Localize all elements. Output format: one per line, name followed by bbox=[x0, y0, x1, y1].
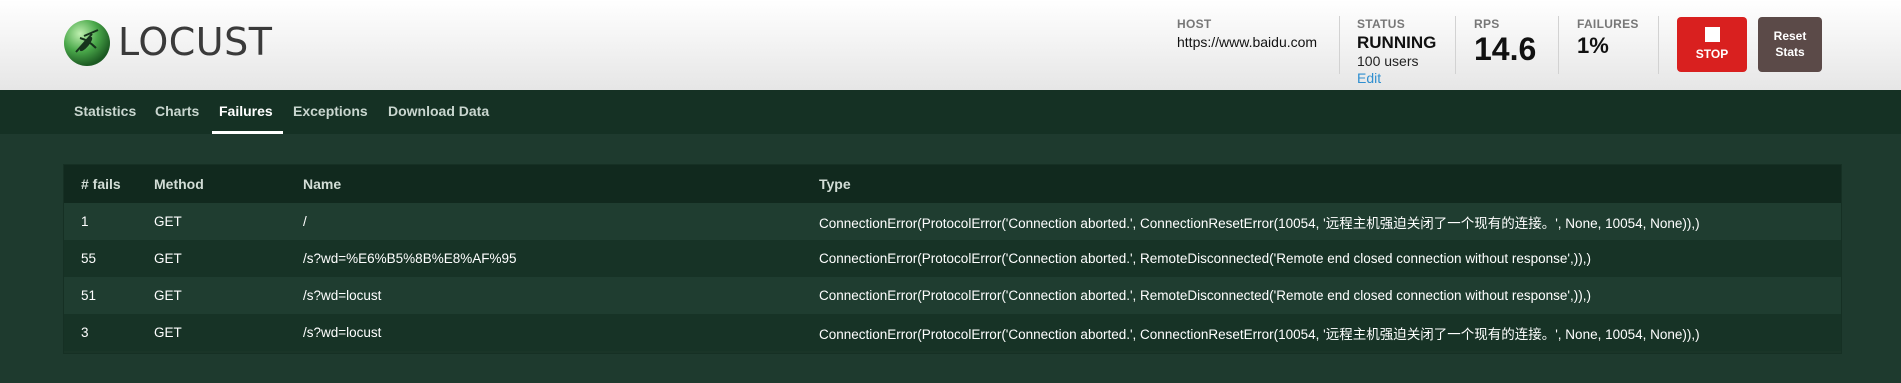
tab-bar: Statistics Charts Failures Exceptions Do… bbox=[0, 90, 1901, 134]
cell-type: ConnectionError(ProtocolError('Connectio… bbox=[819, 326, 1700, 342]
failures-value: 1% bbox=[1577, 33, 1609, 58]
table-row: 1 GET / ConnectionError(ProtocolError('C… bbox=[64, 203, 1841, 240]
tab-exceptions[interactable]: Exceptions bbox=[293, 90, 368, 134]
table-row: 55 GET /s?wd=%E6%B5%8B%E8%AF%95 Connecti… bbox=[64, 240, 1841, 277]
reset-stats-button[interactable]: Reset Stats bbox=[1758, 17, 1822, 72]
cell-type: ConnectionError(ProtocolError('Connectio… bbox=[819, 288, 1591, 303]
cell-method: GET bbox=[154, 251, 182, 266]
status-label: STATUS bbox=[1357, 17, 1406, 31]
column-header-name[interactable]: Name bbox=[303, 165, 819, 203]
tab-failures[interactable]: Failures bbox=[212, 90, 283, 134]
divider bbox=[1339, 16, 1340, 74]
status-stat: STATUS RUNNING 100 users Edit bbox=[1357, 17, 1436, 87]
cell-method: GET bbox=[154, 214, 182, 229]
cell-type: ConnectionError(ProtocolError('Connectio… bbox=[819, 215, 1700, 231]
user-count: 100 users bbox=[1357, 53, 1419, 69]
reset-button-label-line2: Stats bbox=[1775, 45, 1805, 59]
rps-value: 14.6 bbox=[1474, 31, 1537, 67]
divider bbox=[1558, 16, 1559, 74]
failures-stat: FAILURES 1% bbox=[1577, 17, 1639, 59]
stop-button-label: STOP bbox=[1695, 47, 1729, 61]
host-stat: HOST https://www.baidu.com bbox=[1177, 17, 1317, 51]
tab-statistics[interactable]: Statistics bbox=[74, 90, 136, 134]
cell-method: GET bbox=[154, 288, 182, 303]
failures-panel: # fails Method Name Type 1 GET / Connect… bbox=[63, 164, 1842, 354]
logo-text: LOCUST bbox=[118, 20, 273, 64]
cell-method: GET bbox=[154, 325, 182, 340]
stop-button[interactable]: STOP bbox=[1677, 17, 1747, 72]
cell-name: /s?wd=locust bbox=[303, 288, 382, 303]
rps-stat: RPS 14.6 bbox=[1474, 17, 1536, 67]
column-header-type[interactable]: Type bbox=[819, 165, 1841, 203]
status-value: RUNNING bbox=[1357, 33, 1437, 52]
failures-table: # fails Method Name Type 1 GET / Connect… bbox=[64, 165, 1841, 351]
tab-download-data[interactable]: Download Data bbox=[388, 90, 489, 134]
stop-icon bbox=[1704, 27, 1720, 42]
cell-fails: 51 bbox=[81, 288, 97, 303]
tab-charts[interactable]: Charts bbox=[155, 90, 199, 134]
edit-link[interactable]: Edit bbox=[1357, 70, 1436, 87]
cell-fails: 3 bbox=[81, 325, 89, 340]
host-label: HOST bbox=[1177, 17, 1212, 31]
divider bbox=[1455, 16, 1456, 74]
column-header-fails[interactable]: # fails bbox=[64, 165, 154, 203]
cell-name: / bbox=[303, 214, 307, 229]
cell-fails: 55 bbox=[81, 251, 97, 266]
column-header-method[interactable]: Method bbox=[154, 165, 303, 203]
cell-name: /s?wd=%E6%B5%8B%E8%AF%95 bbox=[303, 251, 517, 266]
table-row: 3 GET /s?wd=locust ConnectionError(Proto… bbox=[64, 314, 1841, 351]
top-header: LOCUST HOST https://www.baidu.com STATUS… bbox=[0, 0, 1901, 90]
cell-type: ConnectionError(ProtocolError('Connectio… bbox=[819, 251, 1591, 266]
cell-name: /s?wd=locust bbox=[303, 325, 382, 340]
failures-label: FAILURES bbox=[1577, 17, 1639, 31]
rps-label: RPS bbox=[1474, 17, 1500, 31]
table-header-row: # fails Method Name Type bbox=[64, 165, 1841, 203]
host-value: https://www.baidu.com bbox=[1177, 34, 1318, 50]
cell-fails: 1 bbox=[81, 214, 89, 229]
table-row: 51 GET /s?wd=locust ConnectionError(Prot… bbox=[64, 277, 1841, 314]
reset-button-label-line1: Reset bbox=[1773, 29, 1807, 43]
locust-logo-icon bbox=[64, 20, 110, 66]
divider bbox=[1658, 16, 1659, 74]
